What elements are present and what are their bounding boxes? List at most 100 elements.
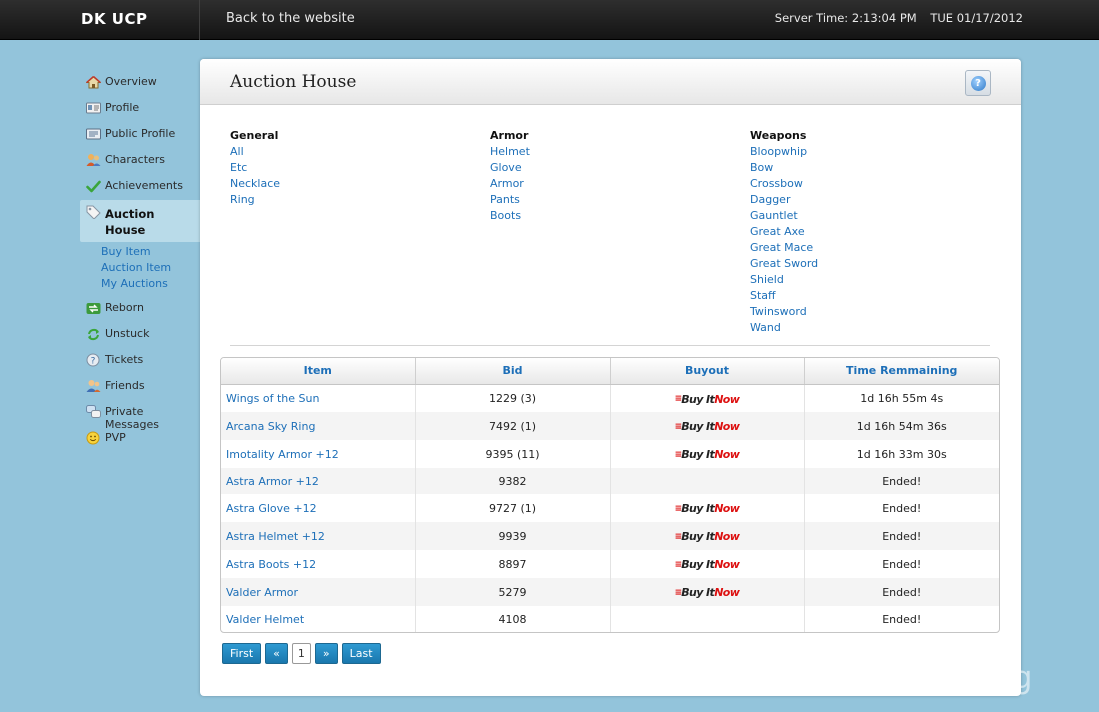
watermark: www.dkunderground.org bbox=[642, 660, 1033, 696]
next-page-button[interactable]: » bbox=[314, 643, 338, 664]
category-link[interactable]: Glove bbox=[490, 160, 530, 176]
sidebar-item-label: Characters bbox=[105, 153, 166, 166]
buyout-cell bbox=[609, 468, 804, 494]
item-link[interactable]: Valder Armor bbox=[221, 578, 415, 606]
column-header-item[interactable]: Item bbox=[221, 358, 415, 385]
brand-logo[interactable]: DK UCP bbox=[0, 0, 200, 40]
buy-it-label: Buy It bbox=[681, 502, 715, 516]
category-link[interactable]: Etc bbox=[230, 160, 280, 176]
item-link[interactable]: Wings of the Sun bbox=[221, 384, 415, 412]
category-link[interactable]: Necklace bbox=[230, 176, 280, 192]
category-link[interactable]: Boots bbox=[490, 208, 530, 224]
category-heading: Weapons bbox=[750, 129, 807, 142]
now-label: Now bbox=[714, 420, 740, 434]
item-link[interactable]: Astra Boots +12 bbox=[221, 550, 415, 578]
sidebar-item-label: Tickets bbox=[105, 353, 144, 366]
submenu-buy-item[interactable]: Buy Item bbox=[101, 244, 200, 260]
sidebar-item-profile[interactable]: Profile bbox=[80, 96, 200, 122]
category-link[interactable]: Great Mace bbox=[750, 240, 818, 256]
buy-it-now-button[interactable]: ≡ Buy It Now bbox=[675, 558, 740, 571]
panel-header: Auction House ? bbox=[200, 59, 1021, 105]
sidebar-item-characters[interactable]: Characters bbox=[80, 148, 200, 174]
item-link[interactable]: Astra Glove +12 bbox=[221, 494, 415, 522]
sidebar-item-friends[interactable]: Friends bbox=[80, 374, 200, 400]
submenu-my-auctions[interactable]: My Auctions bbox=[101, 276, 200, 292]
last-page-button[interactable]: Last bbox=[341, 643, 381, 664]
sidebar-item-public-profile[interactable]: Public Profile bbox=[80, 122, 200, 148]
category-link[interactable]: Twinsword bbox=[750, 304, 818, 320]
category-link[interactable]: All bbox=[230, 144, 280, 160]
category-link[interactable]: Helmet bbox=[490, 144, 530, 160]
sidebar-item-achievements[interactable]: Achievements bbox=[80, 174, 200, 200]
speed-lines-icon: ≡ bbox=[674, 531, 682, 542]
time-remaining: Ended! bbox=[803, 494, 999, 522]
buy-it-now-button[interactable]: ≡ Buy It Now bbox=[675, 502, 740, 515]
sidebar-item-label: Unstuck bbox=[105, 327, 150, 340]
buy-it-now-button[interactable]: ≡ Buy It Now bbox=[675, 393, 740, 406]
category-link[interactable]: Staff bbox=[750, 288, 818, 304]
category-link[interactable]: Great Sword bbox=[750, 256, 818, 272]
category-link[interactable]: Dagger bbox=[750, 192, 818, 208]
category-general: General All Etc Necklace Ring bbox=[230, 128, 280, 208]
submenu-auction-item[interactable]: Auction Item bbox=[101, 260, 200, 276]
category-link[interactable]: Pants bbox=[490, 192, 530, 208]
item-link[interactable]: Valder Helmet bbox=[221, 606, 415, 632]
category-link[interactable]: Wand bbox=[750, 320, 818, 336]
bid-value: 7492 (1) bbox=[414, 412, 610, 440]
buyout-cell: ≡ Buy It Now bbox=[609, 522, 804, 550]
speed-lines-icon: ≡ bbox=[674, 394, 682, 404]
category-link[interactable]: Ring bbox=[230, 192, 280, 208]
now-label: Now bbox=[714, 586, 740, 600]
time-remaining: 1d 16h 54m 36s bbox=[803, 412, 999, 440]
item-link[interactable]: Astra Helmet +12 bbox=[221, 522, 415, 550]
item-link[interactable]: Arcana Sky Ring bbox=[221, 412, 415, 440]
buy-it-now-button[interactable]: ≡ Buy It Now bbox=[675, 586, 740, 599]
auction-submenu: Buy Item Auction Item My Auctions bbox=[80, 242, 200, 296]
first-page-button[interactable]: First bbox=[222, 643, 262, 664]
category-link[interactable]: Shield bbox=[750, 272, 818, 288]
tag-icon bbox=[85, 205, 101, 219]
table-row: Astra Boots +12 8897 ≡ Buy It Now Ended! bbox=[221, 550, 999, 578]
bid-value: 1229 (3) bbox=[414, 384, 610, 412]
category-link[interactable]: Crossbow bbox=[750, 176, 818, 192]
category-link[interactable]: Great Axe bbox=[750, 224, 818, 240]
category-link[interactable]: Gauntlet bbox=[750, 208, 818, 224]
sidebar-item-label: Achievements bbox=[105, 179, 183, 192]
checkmark-icon bbox=[85, 179, 101, 193]
column-header-buyout[interactable]: Buyout bbox=[609, 358, 804, 385]
sidebar-item-private-messages[interactable]: Private Messages bbox=[80, 400, 200, 431]
auction-table: Item Bid Buyout Time Remmaining Wings of… bbox=[220, 357, 1000, 633]
help-icon: ? bbox=[970, 75, 986, 91]
column-header-time-remaining[interactable]: Time Remmaining bbox=[803, 358, 999, 385]
table-row: Astra Helmet +12 9939 ≡ Buy It Now Ended! bbox=[221, 522, 999, 550]
now-label: Now bbox=[714, 448, 740, 462]
buyout-cell: ≡ Buy It Now bbox=[609, 412, 804, 440]
id-card-icon bbox=[85, 127, 101, 141]
item-link[interactable]: Imotality Armor +12 bbox=[221, 440, 415, 468]
buy-it-now-button[interactable]: ≡ Buy It Now bbox=[675, 448, 740, 461]
category-link[interactable]: Bow bbox=[750, 160, 818, 176]
sidebar-item-label: Profile bbox=[105, 101, 140, 114]
current-page[interactable]: 1 bbox=[291, 643, 311, 664]
buy-it-now-button[interactable]: ≡ Buy It Now bbox=[675, 530, 740, 543]
sidebar-item-auction-house[interactable]: Auction House bbox=[80, 200, 200, 242]
sidebar-item-tickets[interactable]: ? Tickets bbox=[80, 348, 200, 374]
sidebar-item-unstuck[interactable]: Unstuck bbox=[80, 322, 200, 348]
sidebar-item-overview[interactable]: Overview bbox=[80, 70, 200, 96]
help-button[interactable]: ? bbox=[965, 70, 991, 96]
back-to-website-link[interactable]: Back to the website bbox=[226, 0, 355, 40]
column-header-bid[interactable]: Bid bbox=[414, 358, 610, 385]
category-heading: Armor bbox=[490, 129, 529, 142]
category-link[interactable]: Armor bbox=[490, 176, 530, 192]
table-row: Astra Armor +12 9382 Ended! bbox=[221, 468, 999, 494]
speed-lines-icon: ≡ bbox=[674, 559, 682, 570]
page-title: Auction House bbox=[230, 72, 357, 92]
bid-value: 5279 bbox=[414, 578, 610, 606]
category-link[interactable]: Bloopwhip bbox=[750, 144, 818, 160]
buy-it-now-button[interactable]: ≡ Buy It Now bbox=[675, 420, 740, 433]
buy-it-label: Buy It bbox=[681, 558, 715, 572]
help-circle-icon: ? bbox=[85, 353, 101, 367]
prev-page-button[interactable]: « bbox=[265, 643, 288, 664]
sidebar-item-reborn[interactable]: Reborn bbox=[80, 296, 200, 322]
item-link[interactable]: Astra Armor +12 bbox=[221, 468, 415, 494]
